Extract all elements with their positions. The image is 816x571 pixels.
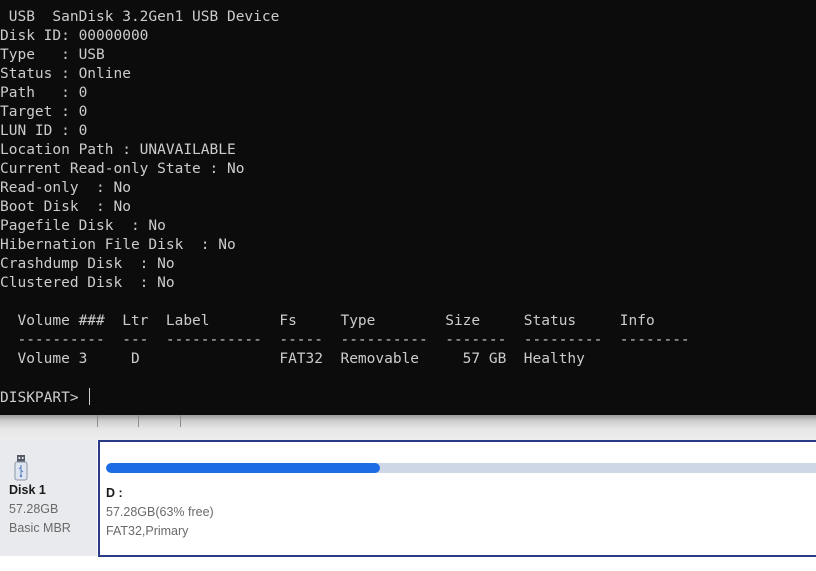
divider-tick [180, 415, 181, 427]
volume-table-separator: ---------- --- ----------- ----- -------… [0, 332, 690, 348]
console-line-crashdump-disk: Crashdump Disk : No [0, 256, 175, 272]
console-line-readonly: Read-only : No [0, 180, 131, 196]
divider-tick [97, 415, 98, 427]
console-line-device: USB SanDisk 3.2Gen1 USB Device [0, 9, 280, 25]
disk-info-card[interactable]: Disk 1 57.28GB Basic MBR [0, 440, 97, 556]
console-line-pagefile-disk: Pagefile Disk : No [0, 218, 166, 234]
partition-size-free: 57.28GB(63% free) [106, 505, 214, 519]
console-line-location-path: Location Path : UNAVAILABLE [0, 142, 236, 158]
console-line-hibernation-disk: Hibernation File Disk : No [0, 237, 236, 253]
usage-bar [106, 463, 816, 473]
diskpart-prompt[interactable]: DISKPART> [0, 388, 91, 407]
console-line-disk-id: Disk ID: 00000000 [0, 28, 149, 44]
text-cursor [89, 388, 91, 405]
prompt-text: DISKPART> [0, 390, 88, 406]
disk-name: Disk 1 [9, 483, 46, 497]
usb-drive-icon [14, 455, 28, 481]
console-line-target: Target : 0 [0, 104, 88, 120]
console-line-readonly-state: Current Read-only State : No [0, 161, 245, 177]
usage-bar-fill [106, 463, 380, 473]
volume-table-header: Volume ### Ltr Label Fs Type Size Status… [0, 313, 655, 329]
console-line-type: Type : USB [0, 47, 105, 63]
diskpart-console[interactable]: USB SanDisk 3.2Gen1 USB Device Disk ID: … [0, 0, 816, 415]
console-line-path: Path : 0 [0, 85, 88, 101]
console-line-status: Status : Online [0, 66, 131, 82]
disk-size: 57.28GB [9, 502, 59, 516]
console-line-lun-id: LUN ID : 0 [0, 123, 88, 139]
console-line-clustered-disk: Clustered Disk : No [0, 275, 175, 291]
partition-letter: D : [106, 486, 123, 500]
volume-table-row: Volume 3 D FAT32 Removable 57 GB Healthy [0, 351, 585, 367]
divider-tick [138, 415, 139, 427]
disk-type: Basic MBR [9, 521, 71, 535]
window-divider-strip [0, 415, 816, 440]
partition-filesystem: FAT32,Primary [106, 524, 189, 538]
partition-block[interactable]: D : 57.28GB(63% free) FAT32,Primary [98, 440, 816, 557]
console-line-boot-disk: Boot Disk : No [0, 199, 131, 215]
disk-map-panel: Disk 1 57.28GB Basic MBR D : 57.28GB(63%… [0, 440, 816, 571]
